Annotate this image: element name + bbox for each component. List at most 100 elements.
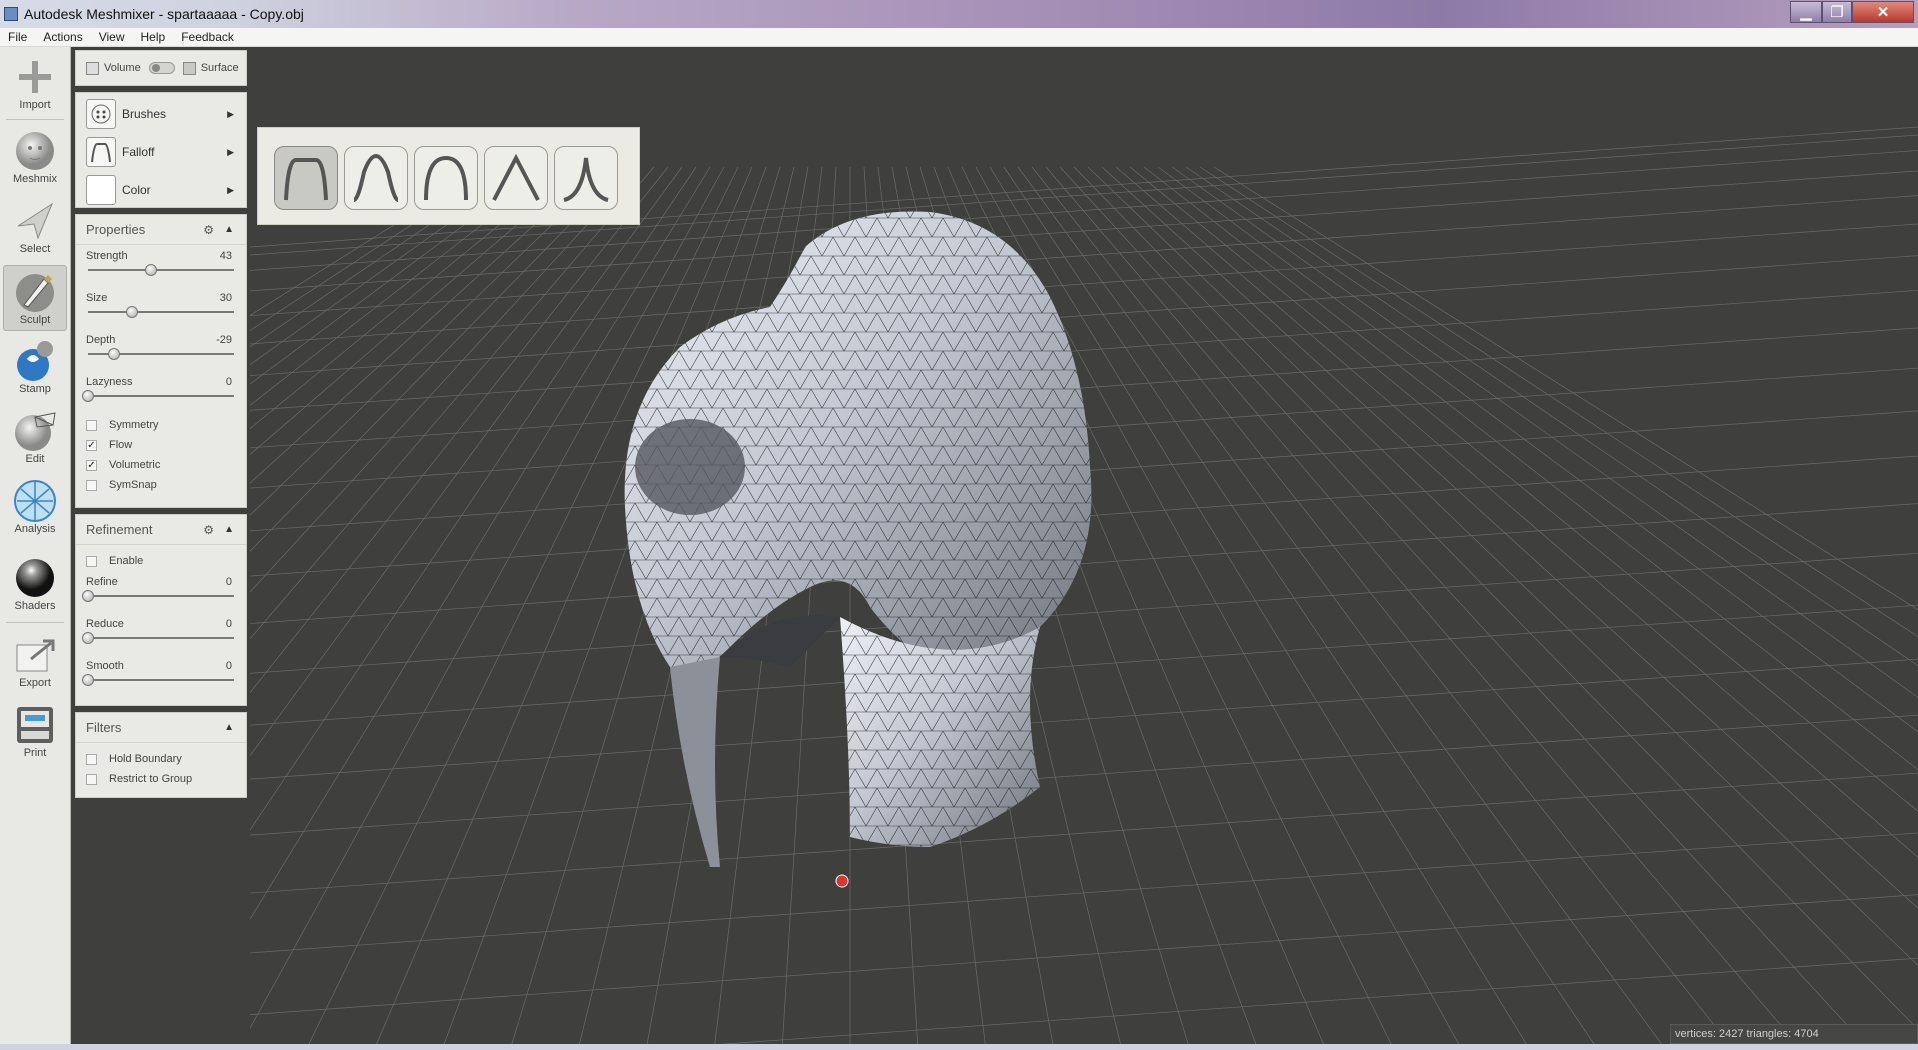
slider-track[interactable] <box>88 637 234 639</box>
slider-value[interactable]: 30 <box>220 292 232 304</box>
slider-track[interactable] <box>88 269 234 271</box>
title-bar: Autodesk Meshmixer - spartaaaaa - Copy.o… <box>0 0 1918 28</box>
tool-label: Stamp <box>19 383 51 395</box>
helmet-mesh[interactable] <box>624 211 1092 867</box>
slider-value[interactable]: -29 <box>216 334 232 346</box>
menu-feedback[interactable]: Feedback <box>173 30 242 44</box>
enable-label: Enable <box>109 555 144 567</box>
slider-value[interactable]: 0 <box>226 376 232 388</box>
pivot-point[interactable] <box>835 874 849 888</box>
surface-label[interactable]: Surface <box>201 62 239 74</box>
checkbox-row[interactable]: ✓ Flow <box>76 435 246 455</box>
slider-track[interactable] <box>88 679 234 681</box>
refinement-header[interactable]: Refinement ⚙ ▲ <box>76 515 246 545</box>
enable-checkbox[interactable] <box>86 555 97 567</box>
slider-track[interactable] <box>88 311 234 313</box>
shader-ball-icon <box>13 556 57 600</box>
color-row[interactable]: Color ▶ <box>76 171 246 209</box>
tool-analysis[interactable]: Analysis <box>3 475 67 541</box>
collapse-icon[interactable]: ▲ <box>224 224 234 235</box>
tool-label: Import <box>19 99 51 111</box>
linear-falloff-icon[interactable] <box>484 146 548 210</box>
tool-export[interactable]: Export <box>3 629 67 695</box>
smooth-falloff-icon[interactable] <box>344 146 408 210</box>
tool-label: Sculpt <box>19 314 51 326</box>
brushes-row[interactable]: Brushes ▶ <box>76 95 246 133</box>
slider-label: Strength <box>86 250 128 262</box>
sharp-falloff-icon[interactable] <box>554 146 618 210</box>
volume-label[interactable]: Volume <box>104 62 141 74</box>
falloff-icon <box>86 137 116 167</box>
slider-value[interactable]: 0 <box>226 618 232 630</box>
collapse-icon[interactable]: ▲ <box>224 722 234 733</box>
hold-boundary-row[interactable]: Hold Boundary <box>76 749 246 769</box>
checkbox[interactable]: ✓ <box>86 459 97 471</box>
chevron-right-icon: ▶ <box>227 108 234 119</box>
slider-knob[interactable] <box>82 590 94 602</box>
menu-view[interactable]: View <box>91 30 133 44</box>
menu-file[interactable]: File <box>0 30 35 44</box>
collapse-icon[interactable]: ▲ <box>224 524 234 535</box>
grid-line <box>250 223 1918 345</box>
slider-knob[interactable] <box>82 674 94 686</box>
tool-label: Analysis <box>14 523 56 535</box>
bust-icon <box>13 129 57 173</box>
slider-value[interactable]: 0 <box>226 576 232 588</box>
slider-label: Refine <box>86 576 118 588</box>
mode-switch[interactable] <box>148 62 175 74</box>
tool-print[interactable]: Print <box>3 699 67 765</box>
slider-value[interactable]: 0 <box>226 660 232 672</box>
slider-row: Depth -29 <box>76 329 246 371</box>
filters-header[interactable]: Filters ▲ <box>76 713 246 743</box>
checkbox-row[interactable]: Symmetry <box>76 415 246 435</box>
checkbox[interactable] <box>86 479 97 491</box>
slider-knob[interactable] <box>125 306 138 318</box>
slider-value[interactable]: 43 <box>220 250 232 262</box>
menu-actions[interactable]: Actions <box>35 30 90 44</box>
grid-line <box>250 166 683 757</box>
menu-help[interactable]: Help <box>133 30 174 44</box>
tool-sculpt[interactable]: Sculpt <box>3 265 67 331</box>
slider-knob[interactable] <box>82 632 94 644</box>
checkbox[interactable] <box>86 419 97 431</box>
checkbox-row[interactable]: ✓ Volumetric <box>76 455 246 475</box>
maximize-button[interactable]: ❐ <box>1822 1 1852 23</box>
slider-knob[interactable] <box>82 390 94 402</box>
round-falloff-icon[interactable] <box>414 146 478 210</box>
tool-select[interactable]: Select <box>3 195 67 261</box>
minimize-button[interactable]: ▁ <box>1790 1 1822 23</box>
checkbox-row[interactable]: SymSnap <box>76 475 246 495</box>
menu-bar: File Actions View Help Feedback <box>0 28 1918 47</box>
gear-icon[interactable]: ⚙ <box>203 223 214 237</box>
slider-track[interactable] <box>88 395 234 397</box>
falloff-row[interactable]: Falloff ▶ <box>76 133 246 171</box>
grid-line <box>250 166 599 484</box>
close-button[interactable]: ✕ <box>1852 1 1914 23</box>
checkbox[interactable]: ✓ <box>86 439 97 451</box>
tool-label: Meshmix <box>12 173 57 185</box>
properties-header[interactable]: Properties ⚙ ▲ <box>76 215 246 245</box>
grid-line <box>1157 166 1918 733</box>
enable-checkbox-row[interactable]: Enable <box>76 551 246 571</box>
surface-icon <box>182 61 196 75</box>
restrict-group-row[interactable]: Restrict to Group <box>76 769 246 789</box>
slider-knob[interactable] <box>108 348 121 360</box>
slider-knob[interactable] <box>144 264 157 276</box>
tool-edit[interactable]: Edit <box>3 405 67 471</box>
refinement-panel: Refinement ⚙ ▲ Enable Refine 0 Reduce 0 Smoo… <box>75 514 247 706</box>
tool-shaders[interactable]: Shaders <box>3 552 67 618</box>
gear-icon[interactable]: ⚙ <box>203 523 214 537</box>
tool-meshmix[interactable]: Meshmix <box>3 125 67 191</box>
grid-line <box>250 255 1918 376</box>
filters-panel: Filters ▲ Hold Boundary Restrict to Grou… <box>75 712 247 798</box>
flat-falloff-icon[interactable] <box>274 146 338 210</box>
slider-label: Smooth <box>86 660 124 672</box>
printer-icon <box>13 703 57 747</box>
grid-line <box>1115 166 1918 858</box>
restrict-group-checkbox[interactable] <box>86 773 97 785</box>
tool-stamp[interactable]: Stamp <box>3 335 67 401</box>
hold-boundary-checkbox[interactable] <box>86 753 97 765</box>
tool-import[interactable]: Import <box>3 51 67 117</box>
slider-track[interactable] <box>88 595 234 597</box>
plus-icon <box>13 55 57 99</box>
